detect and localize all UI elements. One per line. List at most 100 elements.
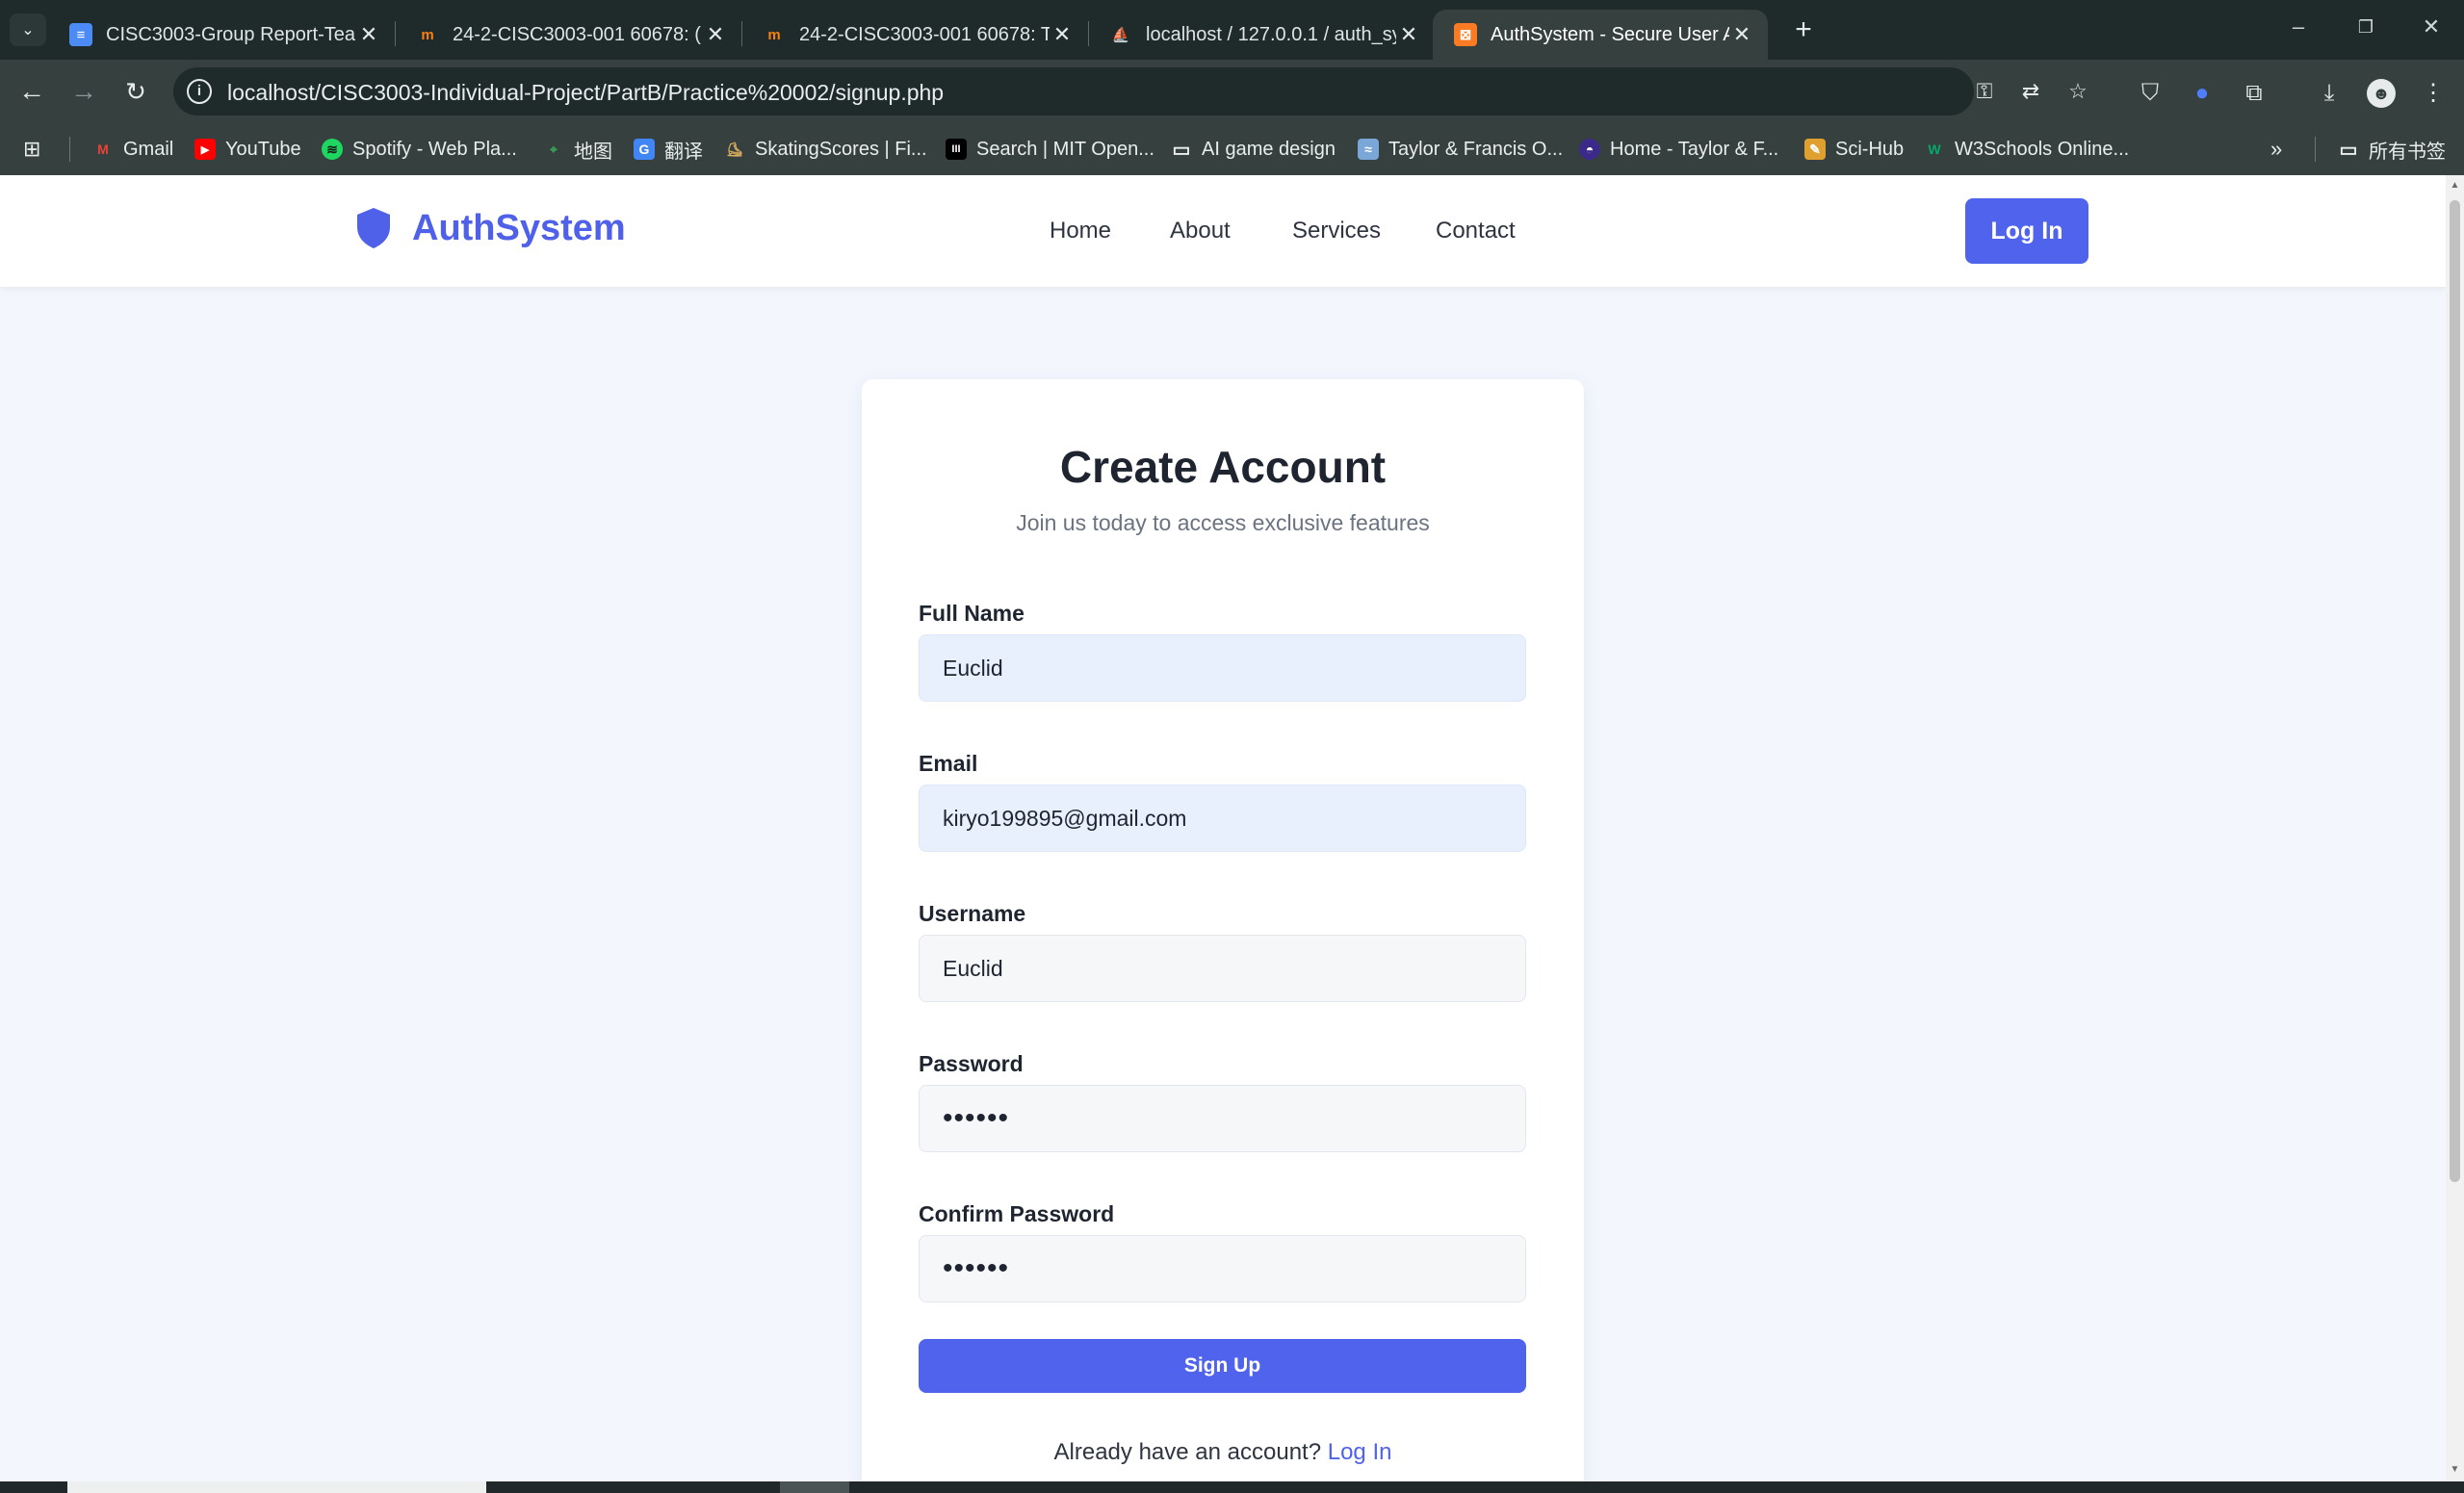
form-subtitle: Join us today to access exclusive featur… <box>1016 510 1430 535</box>
bookmark-w3schools[interactable]: W W3Schools Online... <box>1924 135 2129 164</box>
os-taskbar <box>0 1481 2464 1493</box>
address-bar[interactable]: i localhost/CISC3003-Individual-Project/… <box>173 67 1992 116</box>
nav-link-home[interactable]: Home <box>1050 218 1111 245</box>
close-icon[interactable]: ✕ <box>703 22 728 47</box>
restore-button[interactable]: ❐ <box>2332 8 2399 46</box>
chevron-down-icon: ⌄ <box>21 22 35 39</box>
bookmark-label: Home - Taylor & F... <box>1610 138 1779 160</box>
minimize-button[interactable]: – <box>2265 8 2332 46</box>
bookmarks-divider <box>69 137 70 162</box>
bookmark-label: Taylor & Francis O... <box>1388 138 1564 160</box>
nav-link-services[interactable]: Services <box>1292 218 1381 245</box>
header-login-button[interactable]: Log In <box>1965 198 2088 264</box>
youtube-icon: ▶ <box>195 139 216 160</box>
brand-logo[interactable]: AuthSystem <box>354 206 626 250</box>
taskbar-item[interactable] <box>67 1481 486 1493</box>
moodle-icon: m <box>421 26 434 43</box>
signup-card: Create Account Join us today to access e… <box>862 379 1584 1481</box>
password-input[interactable]: •••••• <box>919 1085 1526 1152</box>
bookmark-label: Search | MIT Open... <box>976 138 1154 160</box>
bookmark-label: Spotify - Web Pla... <box>352 138 517 160</box>
bookmark-folder-ai-game-design[interactable]: ▭ AI game design <box>1171 135 1336 164</box>
translate-page-icon[interactable]: ⇄ <box>2016 77 2045 106</box>
bookmarks-bar: ⊞ M Gmail ▶ YouTube ≋ Spotify - Web Pla.… <box>0 123 2464 175</box>
full-name-input[interactable]: Euclid <box>919 634 1526 702</box>
nav-link-contact[interactable]: Contact <box>1436 218 1516 245</box>
translate-icon: G <box>634 139 655 160</box>
download-icon[interactable]: ⤓ <box>2315 79 2344 108</box>
browser-tab-4[interactable]: ⛵ localhost / 127.0.0.1 / auth_sy ✕ <box>1088 10 1435 60</box>
forward-button[interactable]: → <box>65 73 102 110</box>
nav-link-about[interactable]: About <box>1170 218 1231 245</box>
scrollbar-thumb[interactable] <box>2450 200 2460 1182</box>
restore-icon: ❐ <box>2357 17 2374 37</box>
apps-grid-icon[interactable]: ⊞ <box>23 135 40 164</box>
bookmark-label: Gmail <box>123 138 174 160</box>
profile-avatar-icon[interactable]: ☻ <box>2367 79 2396 108</box>
docs-icon: ≡ <box>69 23 92 46</box>
bookmark-star-icon[interactable]: ☆ <box>2063 77 2092 106</box>
page-viewport: AuthSystem Home About Services Contact L… <box>0 175 2446 1481</box>
login-link[interactable]: Log In <box>1328 1439 1392 1465</box>
bookmark-gmail[interactable]: M Gmail <box>92 135 173 164</box>
back-button[interactable]: ← <box>13 73 50 110</box>
phpmyadmin-icon: ⛵ <box>1111 27 1130 43</box>
password-label: Password <box>919 1051 1024 1076</box>
bookmark-taylor-francis-home[interactable]: ◓ Home - Taylor & F... <box>1579 135 1778 164</box>
bookmark-label: YouTube <box>225 138 301 160</box>
tab-title: localhost / 127.0.0.1 / auth_sy <box>1146 23 1396 45</box>
browser-tab-3[interactable]: m 24-2-CISC3003-001 60678: T ✕ <box>741 10 1089 60</box>
url-text[interactable]: localhost/CISC3003-Individual-Project/Pa… <box>227 80 944 106</box>
bookmark-skatingscores[interactable]: ⛸ SkatingScores | Fi... <box>724 135 926 164</box>
close-icon[interactable]: ✕ <box>1396 22 1421 47</box>
bookmark-maps[interactable]: ⌖ 地图 <box>543 135 612 164</box>
confirm-password-input[interactable]: •••••• <box>919 1235 1526 1302</box>
username-input[interactable]: Euclid <box>919 935 1526 1002</box>
site-info-icon[interactable]: i <box>187 79 212 104</box>
email-label: Email <box>919 751 978 776</box>
tab-search-button[interactable]: ⌄ <box>10 13 46 46</box>
scroll-down-icon[interactable]: ▼ <box>2449 1463 2461 1477</box>
password-key-icon[interactable]: ⚿ <box>1970 77 1999 106</box>
bookmark-translate[interactable]: G 翻译 <box>634 135 703 164</box>
browser-tab-2[interactable]: m 24-2-CISC3003-001 60678: ( ✕ <box>395 10 742 60</box>
reload-icon: ↻ <box>125 77 146 106</box>
extension-dot-icon[interactable]: ● <box>2188 79 2217 108</box>
tab-title: AuthSystem - Secure User Au <box>1491 23 1729 45</box>
skater-icon: ⛸ <box>726 141 743 157</box>
close-icon: ✕ <box>2422 14 2441 39</box>
close-icon[interactable]: ✕ <box>356 22 381 47</box>
folder-icon: ▭ <box>1172 139 1191 161</box>
scroll-up-icon[interactable]: ▲ <box>2449 179 2461 193</box>
close-window-button[interactable]: ✕ <box>2398 8 2464 46</box>
minimize-icon: – <box>2292 14 2305 39</box>
form-title: Create Account <box>1059 442 1387 492</box>
username-label: Username <box>919 901 1026 926</box>
bookmark-label: AI game design <box>1202 138 1336 160</box>
bookmark-scihub[interactable]: ✎ Sci-Hub <box>1804 135 1904 164</box>
sign-up-button[interactable]: Sign Up <box>919 1339 1526 1393</box>
close-icon[interactable]: ✕ <box>1050 22 1075 47</box>
bookmark-spotify[interactable]: ≋ Spotify - Web Pla... <box>322 135 517 164</box>
taskbar-item[interactable] <box>780 1481 849 1493</box>
bookmark-taylor-francis[interactable]: ≈ Taylor & Francis O... <box>1358 135 1563 164</box>
scihub-icon: ✎ <box>1804 139 1826 160</box>
all-bookmarks-folder[interactable]: ▭ 所有书签 <box>2338 135 2446 164</box>
close-icon[interactable]: ✕ <box>1729 22 1754 47</box>
browser-tab-active[interactable]: ⊠ AuthSystem - Secure User Au ✕ <box>1433 10 1768 60</box>
shield-extension-icon[interactable]: ⛉ <box>2136 79 2165 108</box>
more-menu-icon[interactable]: ⋮ <box>2419 79 2448 108</box>
email-input[interactable]: kiryo199895@gmail.com <box>919 785 1526 852</box>
shield-icon <box>357 208 390 248</box>
new-tab-button[interactable]: + <box>1784 12 1823 50</box>
reload-button[interactable]: ↻ <box>117 73 154 110</box>
gmail-icon: M <box>97 142 109 157</box>
page-scrollbar[interactable]: ▲ ▼ <box>2446 175 2464 1481</box>
bookmark-youtube[interactable]: ▶ YouTube <box>195 135 301 164</box>
extensions-puzzle-icon[interactable]: ⧉ <box>2240 79 2269 108</box>
bookmark-mit[interactable]: III Search | MIT Open... <box>946 135 1154 164</box>
brand-name: AuthSystem <box>412 207 626 248</box>
browser-tab-1[interactable]: ≡ CISC3003-Group Report-Tea ✕ <box>48 10 396 60</box>
site-header: AuthSystem Home About Services Contact L… <box>0 175 2446 287</box>
bookmarks-overflow-icon[interactable]: » <box>2270 135 2282 164</box>
